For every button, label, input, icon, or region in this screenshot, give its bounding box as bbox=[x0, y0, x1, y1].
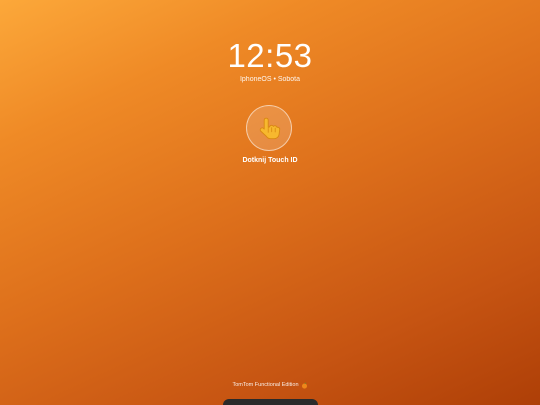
pointing-hand-icon bbox=[259, 117, 281, 140]
date-subtitle: IphoneOS • Sobota bbox=[239, 76, 301, 83]
clock-time: 12:53 bbox=[227, 37, 313, 74]
touch-id-button[interactable] bbox=[246, 105, 292, 151]
home-indicator[interactable] bbox=[223, 399, 318, 405]
orange-fruit-icon bbox=[301, 382, 307, 389]
edition-text: TomTom Functional Edition bbox=[232, 382, 299, 388]
touch-id-label: Dotknij Touch ID bbox=[242, 157, 298, 164]
lock-screen: 12:53 IphoneOS • Sobota Dotknij Touch ID… bbox=[0, 0, 540, 405]
edition-footer: TomTom Functional Edition bbox=[0, 381, 540, 390]
